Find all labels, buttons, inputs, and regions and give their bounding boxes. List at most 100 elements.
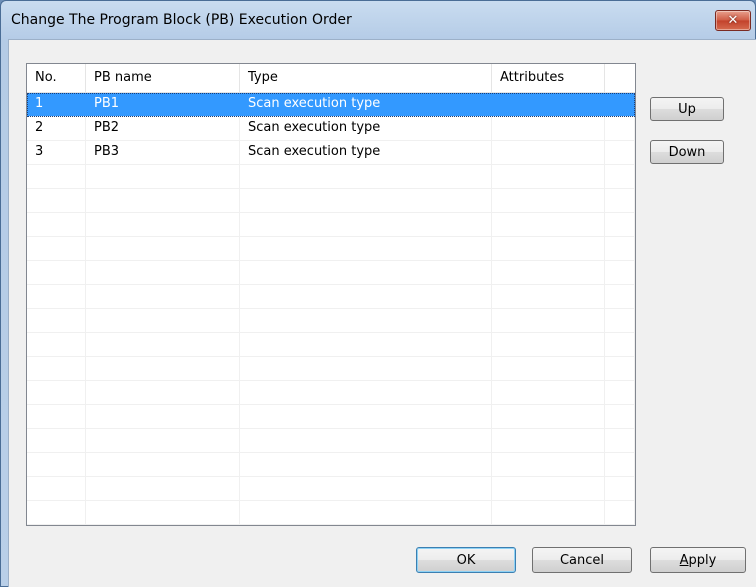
empty-cell [27,453,86,476]
table-row[interactable]: 3 PB3 Scan execution type [27,141,635,165]
close-button[interactable]: ✕ [715,10,751,31]
empty-cell [86,213,240,236]
empty-cell [240,237,492,260]
empty-cell [240,333,492,356]
empty-cell [86,501,240,524]
empty-cell [240,525,492,526]
empty-row [27,309,635,333]
dialog-window: Change The Program Block (PB) Execution … [0,0,756,587]
column-header-type[interactable]: Type [240,64,492,92]
empty-cell [86,261,240,284]
title-bar[interactable]: Change The Program Block (PB) Execution … [1,1,755,39]
empty-cell [27,237,86,260]
empty-cell [86,381,240,404]
empty-cell [492,261,605,284]
close-icon: ✕ [727,13,739,28]
empty-cell [27,381,86,404]
dialog-title: Change The Program Block (PB) Execution … [11,12,352,28]
empty-row [27,285,635,309]
column-header-pb-name[interactable]: PB name [86,64,240,92]
empty-cell [492,525,605,526]
up-button[interactable]: Up [650,97,724,121]
empty-cell [27,285,86,308]
cell-attributes [492,141,605,164]
empty-cell [492,405,605,428]
empty-cell [240,501,492,524]
empty-row [27,477,635,501]
empty-cell [492,477,605,500]
cell-filler [605,117,635,140]
list-rows: 1 PB1 Scan execution type 2 PB2 Scan exe… [27,93,635,526]
cell-no: 3 [27,141,86,164]
empty-cell [240,477,492,500]
cancel-button[interactable]: Cancel [532,547,632,573]
empty-cell [27,501,86,524]
empty-row [27,357,635,381]
empty-row [27,525,635,526]
empty-cell [605,453,635,476]
cell-pb-name: PB3 [86,141,240,164]
empty-cell [86,285,240,308]
empty-cell [605,165,635,188]
apply-mnemonic: A [679,552,689,568]
empty-cell [27,333,86,356]
apply-button[interactable]: Apply [650,547,746,573]
table-row[interactable]: 2 PB2 Scan execution type [27,117,635,141]
cell-attributes [492,117,605,140]
empty-cell [240,405,492,428]
empty-cell [240,285,492,308]
empty-cell [240,357,492,380]
column-header-attributes[interactable]: Attributes [492,64,605,92]
empty-cell [240,189,492,212]
list-header: No. PB name Type Attributes [27,64,635,93]
empty-cell [240,381,492,404]
empty-cell [240,453,492,476]
empty-row [27,501,635,525]
empty-cell [492,213,605,236]
empty-cell [86,405,240,428]
table-row[interactable]: 1 PB1 Scan execution type [27,93,635,117]
empty-cell [605,309,635,332]
empty-cell [605,381,635,404]
empty-cell [605,357,635,380]
cell-type: Scan execution type [240,141,492,164]
apply-label: pply [688,552,717,568]
empty-row [27,237,635,261]
empty-cell [605,429,635,452]
ok-button[interactable]: OK [416,547,516,573]
empty-cell [492,285,605,308]
empty-cell [27,309,86,332]
empty-cell [492,453,605,476]
empty-cell [86,357,240,380]
empty-cell [86,333,240,356]
empty-row [27,213,635,237]
empty-cell [605,189,635,212]
empty-cell [492,189,605,212]
cell-pb-name: PB2 [86,117,240,140]
cell-type: Scan execution type [240,117,492,140]
column-header-filler [605,64,635,92]
cell-pb-name: PB1 [86,93,240,116]
empty-cell [240,165,492,188]
empty-cell [240,429,492,452]
down-button[interactable]: Down [650,140,724,164]
empty-cell [492,429,605,452]
empty-cell [86,237,240,260]
empty-row [27,333,635,357]
empty-cell [86,189,240,212]
empty-cell [240,261,492,284]
empty-row [27,429,635,453]
empty-cell [605,285,635,308]
empty-cell [86,453,240,476]
cell-attributes [492,93,605,116]
pb-list[interactable]: No. PB name Type Attributes 1 PB1 Scan e… [26,63,636,526]
column-header-no[interactable]: No. [27,64,86,92]
empty-cell [492,381,605,404]
empty-row [27,261,635,285]
empty-row [27,381,635,405]
empty-cell [86,525,240,526]
empty-row [27,189,635,213]
empty-cell [27,429,86,452]
empty-cell [27,525,86,526]
empty-cell [86,309,240,332]
